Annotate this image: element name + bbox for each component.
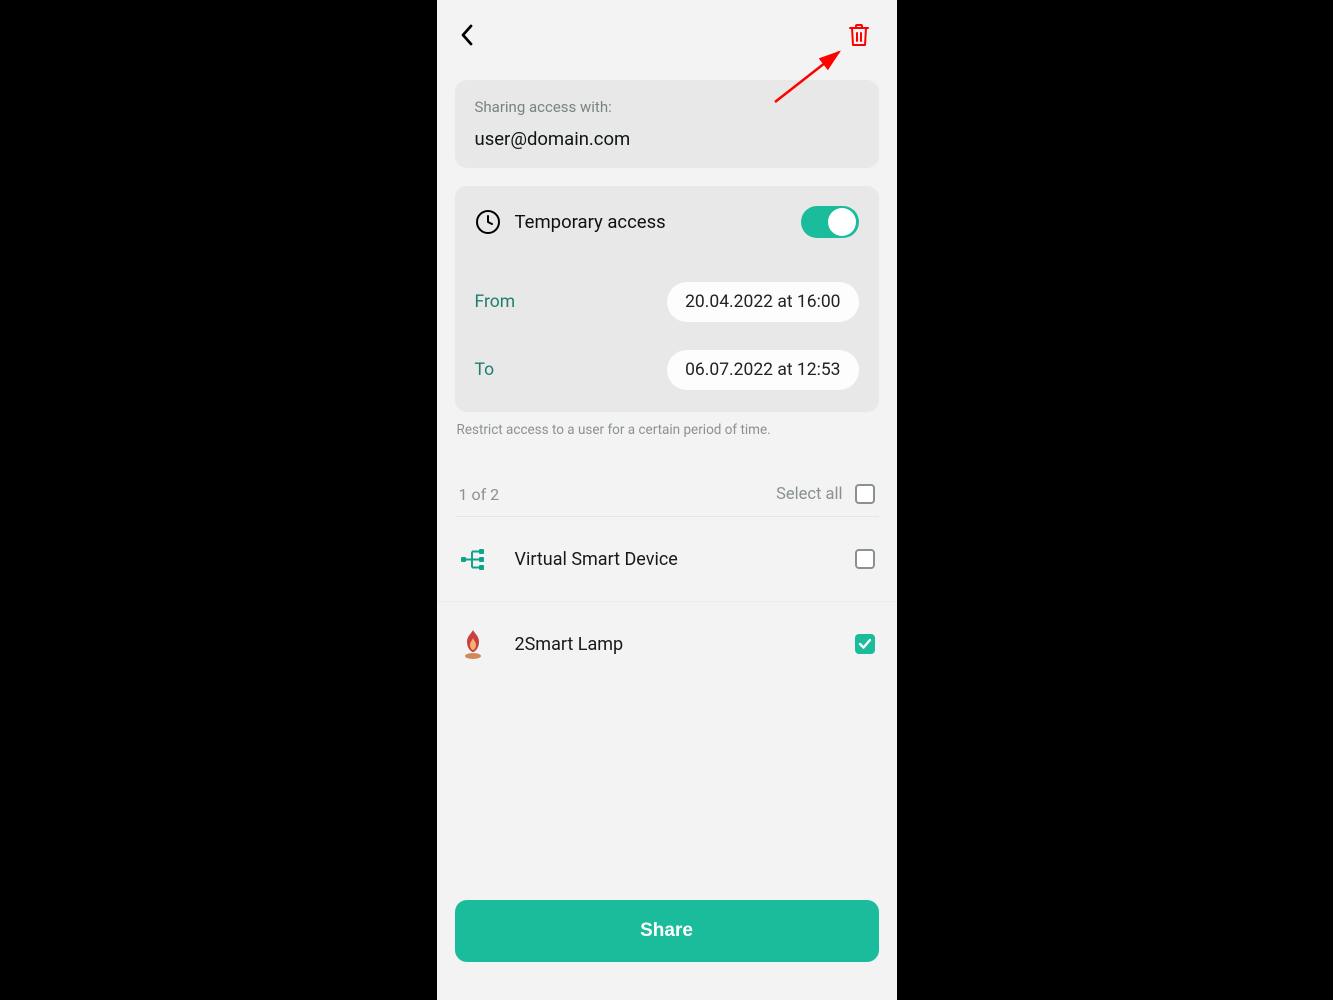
phone-frame: Sharing access with: user@domain.com Tem… [437,0,897,1000]
share-with-value: user@domain.com [475,128,859,150]
from-value-pill[interactable]: 20.04.2022 at 16:00 [667,282,858,322]
share-with-card: Sharing access with: user@domain.com [455,80,879,168]
checkmark-icon [858,638,872,650]
device-name-label: Virtual Smart Device [515,549,678,570]
temporary-access-header: Temporary access [455,186,879,260]
from-label: From [475,292,516,312]
share-with-label: Sharing access with: [475,98,859,116]
device-row[interactable]: Virtual Smart Device [437,517,897,602]
device-checkbox[interactable] [855,549,875,569]
device-name-label: 2Smart Lamp [515,634,624,655]
device-row[interactable]: 2Smart Lamp [437,602,897,686]
back-button[interactable] [447,15,487,55]
selection-counter: 1 of 2 [459,485,500,504]
select-all-label: Select all [776,485,842,504]
temporary-access-toggle[interactable] [801,206,859,238]
device-list-header: 1 of 2 Select all [455,484,879,517]
to-row: To 06.07.2022 at 12:53 [455,344,879,412]
temporary-access-title: Temporary access [515,211,666,233]
back-chevron-icon [460,24,474,46]
trash-icon [848,23,870,47]
temporary-access-hint: Restrict access to a user for a certain … [457,422,877,438]
clock-icon [475,209,501,235]
to-label: To [475,360,495,380]
from-row: From 20.04.2022 at 16:00 [455,260,879,344]
select-all-group[interactable]: Select all [776,484,874,504]
delete-button[interactable] [839,15,879,55]
share-button[interactable]: Share [455,900,879,962]
to-value-pill[interactable]: 06.07.2022 at 12:53 [667,350,858,390]
temporary-access-card: Temporary access From 20.04.2022 at 16:0… [455,186,879,412]
flame-icon [457,628,489,660]
network-icon [457,543,489,575]
select-all-checkbox[interactable] [855,484,875,504]
top-bar [437,0,897,70]
device-checkbox[interactable] [855,634,875,654]
